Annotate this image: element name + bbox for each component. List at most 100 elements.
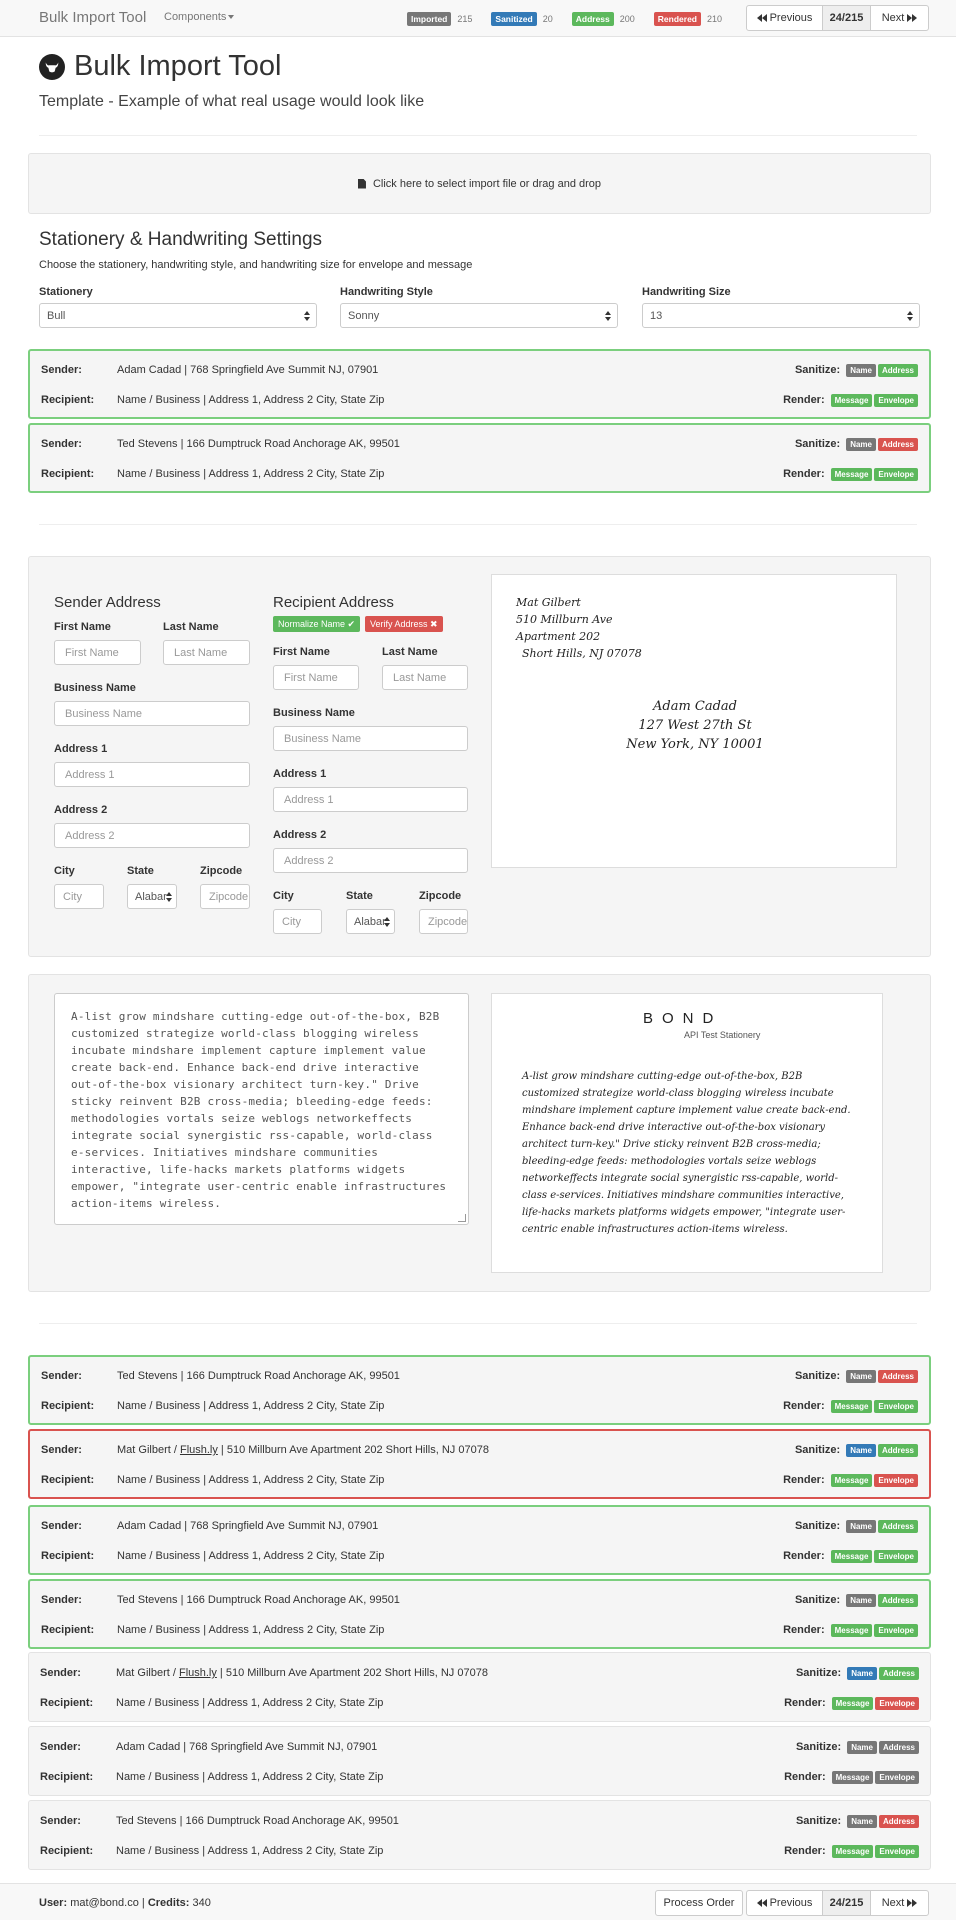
recipient-first-name-input[interactable]: First Name [273, 665, 359, 690]
record-row[interactable]: Sender: Ted Stevens | 166 Dumptruck Road… [28, 423, 931, 493]
record-row[interactable]: Sender: Mat Gilbert / Flush.ly | 510 Mil… [28, 1429, 931, 1499]
render-message-badge[interactable]: Message [830, 1623, 873, 1637]
sanitize-name-badge[interactable]: Name [846, 1519, 876, 1533]
render-envelope-badge[interactable]: Envelope [874, 1473, 918, 1487]
previous-button[interactable]: Previous [747, 6, 823, 30]
sender-address1-input[interactable]: Address 1 [54, 762, 250, 787]
envelope-recipient-line: Adam Cadad [652, 699, 737, 714]
message-textarea[interactable]: A-list grow mindshare cutting-edge out-o… [54, 993, 469, 1225]
record-row[interactable]: Sender: Mat Gilbert / Flush.ly | 510 Mil… [28, 1652, 931, 1722]
sanitize-address-badge[interactable]: Address [877, 437, 918, 451]
sender-zip-input[interactable]: Zipcode [200, 884, 250, 909]
sender-address: | 510 Millburn Ave Apartment 202 Short H… [216, 1667, 488, 1679]
sanitize-address-badge[interactable]: Address [877, 1593, 918, 1607]
verify-address-button[interactable]: Verify Address ✖ [365, 616, 443, 632]
components-dropdown[interactable]: Components [164, 11, 235, 23]
handwriting-style-select[interactable]: Sonny [340, 303, 618, 328]
bond-logo-text: BOND [643, 1010, 723, 1027]
resize-grip-icon[interactable] [458, 1214, 466, 1222]
render-envelope-badge[interactable]: Envelope [875, 1696, 919, 1710]
sender-business-input[interactable]: Business Name [54, 701, 250, 726]
render-envelope-badge[interactable]: Envelope [874, 1399, 918, 1413]
sender-first-name-input[interactable]: First Name [54, 640, 141, 665]
record-row[interactable]: Sender: Adam Cadad | 768 Springfield Ave… [28, 1726, 931, 1796]
record-recipient-line: Recipient: Name / Business | Address 1, … [41, 467, 918, 481]
sanitize-address-badge[interactable]: Address [878, 1740, 919, 1754]
sanitize-badges: Sanitize: Name Address [795, 1519, 918, 1533]
recipient-last-name-input[interactable]: Last Name [382, 665, 468, 690]
render-message-badge[interactable]: Message [831, 1696, 874, 1710]
sanitize-address-badge[interactable]: Address [877, 1369, 918, 1383]
record-row[interactable]: Sender: Adam Cadad | 768 Springfield Ave… [28, 1505, 931, 1575]
navbar-brand[interactable]: Bulk Import Tool [39, 9, 146, 26]
sanitize-address-badge[interactable]: Address [877, 363, 918, 377]
sanitize-name-badge[interactable]: Name [846, 1369, 876, 1383]
render-envelope-badge[interactable]: Envelope [875, 1844, 919, 1858]
record-row[interactable]: Sender: Ted Stevens | 166 Dumptruck Road… [28, 1579, 931, 1649]
recipient-zip-input[interactable]: Zipcode [419, 909, 468, 934]
render-message-badge[interactable]: Message [830, 467, 873, 481]
sender-state-select[interactable]: Alabar [127, 884, 177, 909]
sanitize-key: Sanitize: [795, 1667, 842, 1679]
render-envelope-badge[interactable]: Envelope [874, 1623, 918, 1637]
render-message-badge[interactable]: Message [831, 1844, 874, 1858]
message-text: A-list grow mindshare cutting-edge out-o… [71, 1010, 447, 1210]
recipient-city-input[interactable]: City [273, 909, 322, 934]
recipient-city-label: City [273, 890, 294, 902]
sender-city-input[interactable]: City [54, 884, 104, 909]
recipient-address1-label: Address 1 [273, 768, 327, 780]
render-message-badge[interactable]: Message [830, 1549, 873, 1563]
render-envelope-badge[interactable]: Envelope [874, 1549, 918, 1563]
sender-address2-input[interactable]: Address 2 [54, 823, 250, 848]
sanitize-name-badge[interactable]: Name [847, 1740, 877, 1754]
bottom-bar: User: mat@bond.co | Credits: 340 Process… [0, 1883, 956, 1920]
business-link[interactable]: Flush.ly [179, 1667, 217, 1679]
render-key: Render: [784, 1697, 826, 1709]
recipient-address2-input[interactable]: Address 2 [273, 848, 468, 873]
select-arrows-icon [605, 311, 611, 321]
render-message-badge[interactable]: Message [830, 1473, 873, 1487]
render-message-badge[interactable]: Message [831, 1770, 874, 1784]
record-recipient-line: Recipient: Name / Business | Address 1, … [41, 393, 918, 407]
record-row[interactable]: Sender: Ted Stevens | 166 Dumptruck Road… [28, 1355, 931, 1425]
normalize-name-button[interactable]: Normalize Name ✔ [273, 616, 361, 632]
stationery-select[interactable]: Bull [39, 303, 317, 328]
sender-value: Adam Cadad | 768 Springfield Ave Summit … [117, 364, 379, 376]
record-row[interactable]: Sender: Ted Stevens | 166 Dumptruck Road… [28, 1800, 931, 1870]
sanitize-address-badge[interactable]: Address [877, 1443, 918, 1457]
render-message-badge[interactable]: Message [830, 393, 873, 407]
sender-first-name-label: First Name [54, 621, 111, 633]
render-envelope-badge[interactable]: Envelope [875, 1770, 919, 1784]
business-link[interactable]: Flush.ly [180, 1444, 218, 1456]
sanitize-address-badge[interactable]: Address [878, 1814, 919, 1828]
select-arrows-icon [304, 311, 310, 321]
recipient-key: Recipient: [40, 1771, 94, 1783]
render-envelope-badge[interactable]: Envelope [874, 467, 918, 481]
import-drop-zone[interactable]: Click here to select import file or drag… [28, 153, 931, 214]
recipient-key: Recipient: [41, 1474, 95, 1486]
bottom-pager: Previous 24/215 Next [746, 1890, 929, 1916]
render-envelope-badge[interactable]: Envelope [874, 393, 918, 407]
sanitize-name-badge[interactable]: Name [846, 1593, 876, 1607]
sanitize-name-badge[interactable]: Name [846, 1443, 876, 1457]
recipient-key: Recipient: [40, 1845, 94, 1857]
previous-button[interactable]: Previous [747, 1891, 823, 1915]
next-button[interactable]: Next [871, 1891, 928, 1915]
recipient-address1-input[interactable]: Address 1 [273, 787, 468, 812]
recipient-business-input[interactable]: Business Name [273, 726, 468, 751]
handwriting-size-select[interactable]: 13 [642, 303, 920, 328]
next-button[interactable]: Next [871, 6, 928, 30]
handwritten-message-preview: A-list grow mindshare cutting-edge out-o… [522, 1071, 851, 1235]
process-order-button[interactable]: Process Order [655, 1890, 743, 1916]
sanitize-address-badge[interactable]: Address [878, 1666, 919, 1680]
recipient-state-select[interactable]: Alabar [346, 909, 395, 934]
sender-last-name-input[interactable]: Last Name [163, 640, 250, 665]
record-row[interactable]: Sender: Adam Cadad | 768 Springfield Ave… [28, 349, 931, 419]
render-message-badge[interactable]: Message [830, 1399, 873, 1413]
sanitize-address-badge[interactable]: Address [877, 1519, 918, 1533]
sender-key: Sender: [41, 1594, 82, 1606]
sanitize-name-badge[interactable]: Name [846, 363, 876, 377]
sanitize-name-badge[interactable]: Name [847, 1666, 877, 1680]
sanitize-name-badge[interactable]: Name [846, 437, 876, 451]
sanitize-name-badge[interactable]: Name [847, 1814, 877, 1828]
